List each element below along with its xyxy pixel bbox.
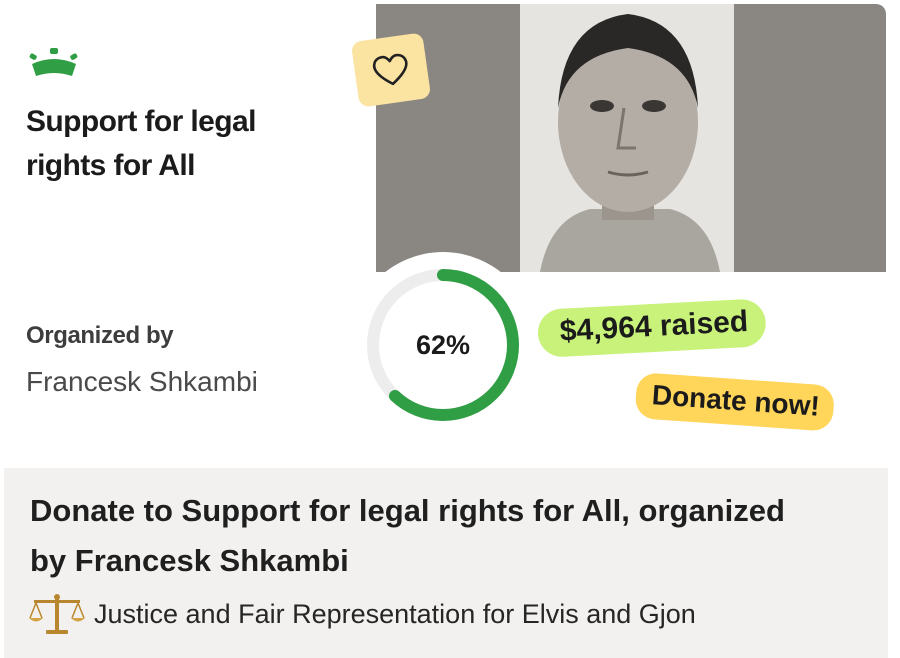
balance-scales-icon	[29, 594, 85, 634]
heart-icon	[372, 53, 408, 86]
portrait-image	[520, 4, 734, 272]
card-caption: Donate to Support for legal rights for A…	[4, 468, 888, 658]
progress-percent: 62%	[415, 329, 471, 360]
fundraiser-card[interactable]: Support for legal rights for All 62% $4,…	[0, 0, 888, 658]
photo-document	[520, 4, 734, 272]
organizer-name[interactable]: Francesk Shkambi	[26, 366, 258, 398]
amount-raised-badge: $4,964 raised	[536, 298, 768, 358]
progress-ring: 62%	[350, 252, 536, 438]
donate-heading[interactable]: Donate to Support for legal rights for A…	[30, 486, 790, 586]
organized-by-label: Organized by	[26, 322, 174, 349]
campaign-photo[interactable]	[376, 4, 886, 272]
campaign-title[interactable]: Support for legal rights for All	[26, 100, 326, 188]
campaign-subtitle-row: Justice and Fair Representation for Elvi…	[28, 592, 696, 636]
gofundme-logo-icon	[29, 48, 78, 76]
favorite-button[interactable]	[350, 32, 432, 108]
donate-now-button[interactable]: Donate now!	[634, 372, 836, 432]
campaign-subtitle: Justice and Fair Representation for Elvi…	[94, 598, 696, 629]
